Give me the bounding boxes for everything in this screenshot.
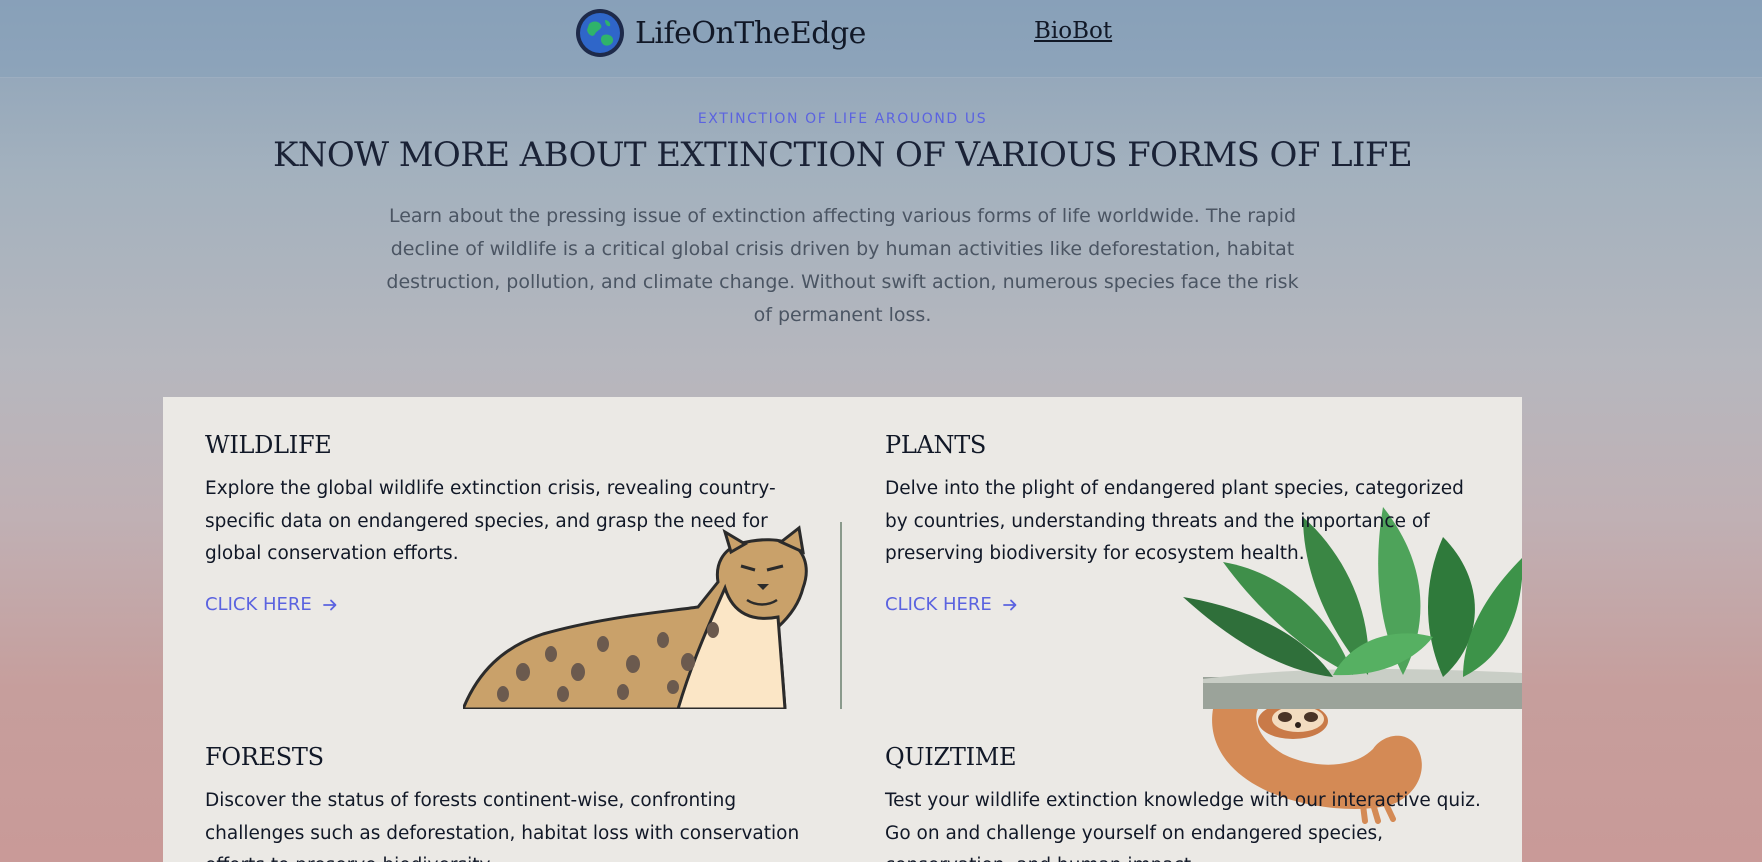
card-wildlife: WILDLIFE Explore the global wildlife ext… [163,397,843,709]
card-title: PLANTS [885,431,987,459]
hero-description: Learn about the pressing issue of extinc… [386,205,1299,326]
globe-logo-icon [576,9,624,57]
hero-kicker: EXTINCTION OF LIFE AROUOND US [697,111,988,127]
card-title: FORESTS [205,743,324,771]
card-description: Test your wildlife extinction knowledge … [885,790,1481,862]
brand-home-link[interactable]: LifeOnTheEdge [575,8,866,58]
wildlife-click-here-link[interactable]: CLICK HERE [205,594,338,615]
card-forests: FORESTS Discover the status of forests c… [163,709,843,862]
card-quiztime: QUIZTIME Test your wildlife extinction k… [843,709,1522,862]
card-title: WILDLIFE [205,431,332,459]
plants-click-here-link[interactable]: CLICK HERE [885,594,1018,615]
card-plants: PLANTS Delve into the plight of endanger… [843,397,1522,709]
arrow-right-icon [1002,599,1017,610]
hero-title: KNOW MORE ABOUT EXTINCTION OF VARIOUS FO… [272,135,1413,175]
card-description: Discover the status of forests continent… [205,790,800,862]
link-label: CLICK HERE [205,594,312,615]
card-description: Explore the global wildlife extinction c… [205,478,776,564]
top-navbar: LifeOnTheEdge BioBot [0,0,1762,77]
link-label: CLICK HERE [885,594,992,615]
arrow-right-icon [322,599,337,610]
nav-link-biobot[interactable]: BioBot [1034,18,1112,44]
card-title: QUIZTIME [885,743,1017,771]
category-grid: WILDLIFE Explore the global wildlife ext… [163,397,1522,862]
card-description: Delve into the plight of endangered plan… [885,478,1464,564]
brand-name: LifeOnTheEdge [635,15,866,51]
